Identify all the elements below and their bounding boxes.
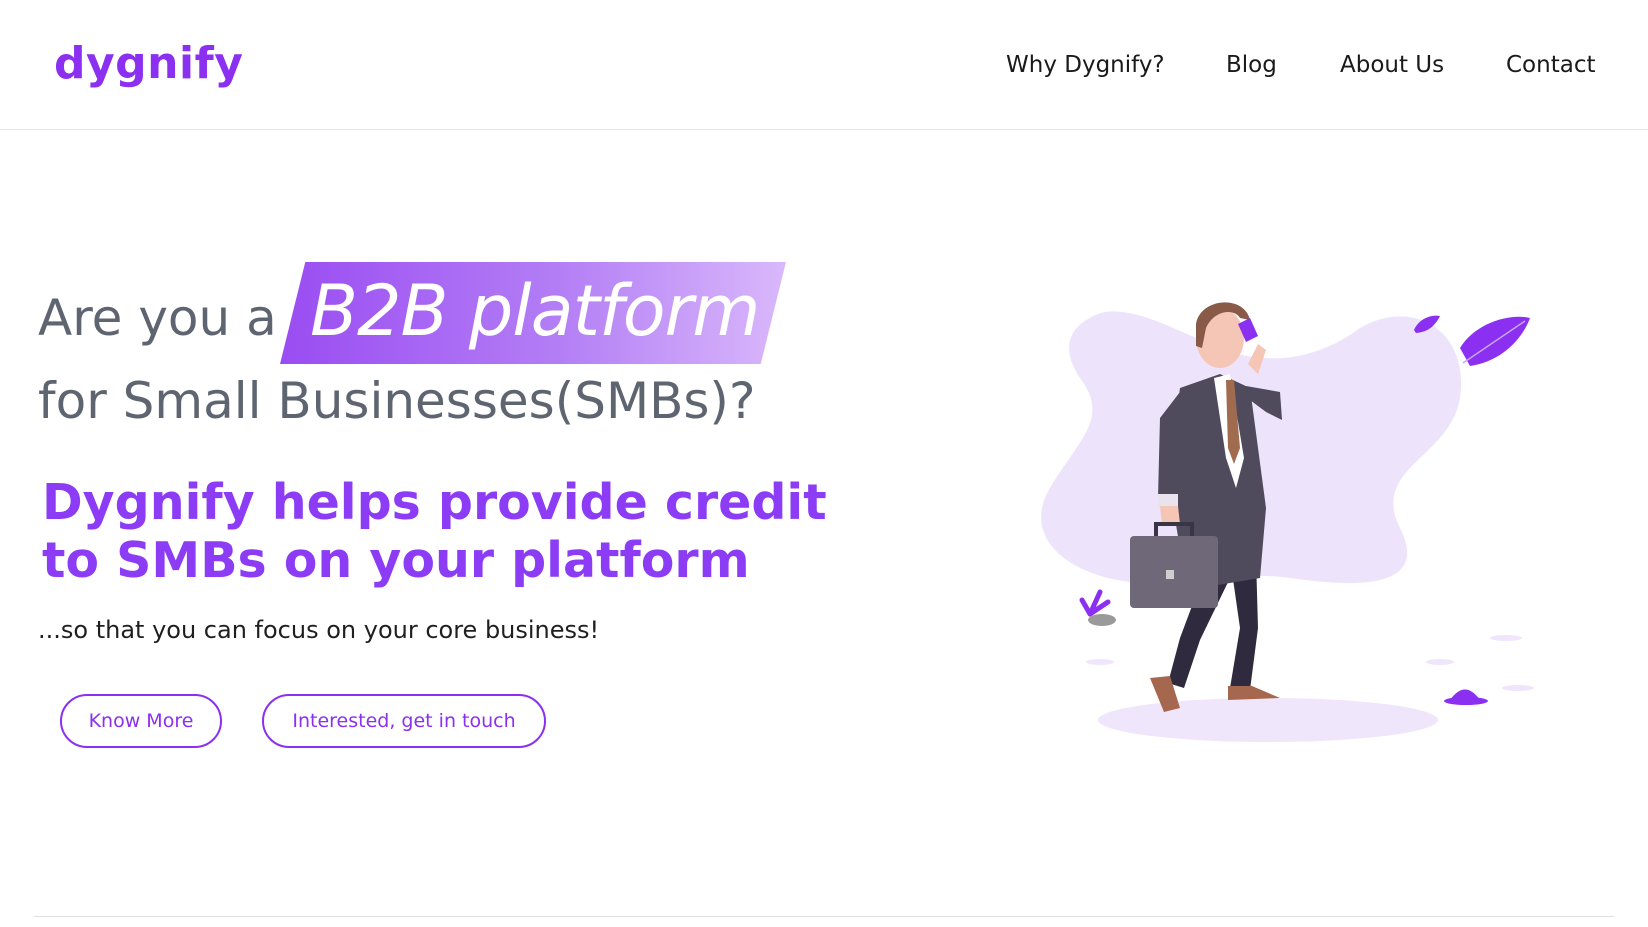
nav-why-dygnify[interactable]: Why Dygnify? — [1006, 48, 1165, 82]
know-more-button[interactable]: Know More — [60, 694, 222, 748]
businessman-on-phone-illustration — [1041, 302, 1534, 742]
dygnify-logo[interactable]: dygnify — [54, 38, 243, 90]
ground-shadow — [1098, 698, 1438, 742]
section-divider — [34, 916, 1614, 917]
logo-text: dygnify — [54, 38, 244, 89]
nav-contact[interactable]: Contact — [1506, 48, 1595, 82]
site-header: dygnify Why Dygnify? Blog About Us Conta… — [0, 0, 1648, 130]
hero-line2: for Small Businesses(SMBs)? — [38, 372, 756, 430]
hero-line1-prefix: Are you a — [38, 289, 277, 347]
nav-blog[interactable]: Blog — [1226, 48, 1277, 82]
get-in-touch-button[interactable]: Interested, get in touch — [262, 694, 546, 748]
hero-tagline: ...so that you can focus on your core bu… — [38, 616, 600, 644]
highlight-text: B2B platform — [310, 270, 760, 352]
hero-subhead: Dygnify helps provide credit to SMBs on … — [42, 474, 827, 589]
plant-icon — [1079, 589, 1111, 617]
nav-about-us[interactable]: About Us — [1340, 48, 1444, 82]
